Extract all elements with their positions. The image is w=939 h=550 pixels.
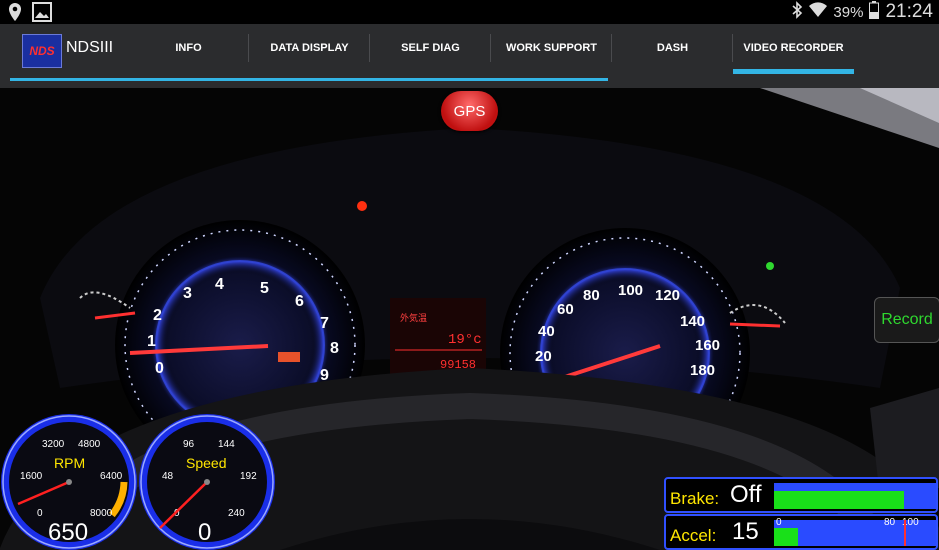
rpm-tick: 4800: [78, 439, 101, 450]
tacho-tick: 6: [295, 293, 304, 310]
tab-data-display[interactable]: DATA DISPLAY: [249, 24, 370, 88]
rpm-label: RPM: [54, 455, 85, 471]
tab-dash[interactable]: DASH: [612, 24, 733, 88]
status-bar: 39% 21:24: [0, 0, 939, 24]
tab-self-diag[interactable]: SELF DIAG: [370, 24, 491, 88]
speedo-tick: 60: [557, 301, 574, 318]
brake-value: Off: [730, 481, 762, 508]
tab-bar: INFO DATA DISPLAY SELF DIAG WORK SUPPORT…: [128, 24, 854, 88]
rpm-tick: 6400: [100, 471, 123, 482]
accel-scale-min: 0: [776, 517, 782, 528]
app-logo[interactable]: NDS: [22, 34, 62, 68]
tacho-tick: 5: [260, 280, 269, 297]
accel-scale-mid: 80: [884, 517, 896, 528]
brake-bar: [774, 483, 936, 509]
accel-panel: Accel: 15 0 80 100: [664, 514, 938, 550]
tacho-tick: 4: [215, 276, 224, 293]
accel-label: Accel:: [670, 526, 717, 545]
record-button[interactable]: Record: [874, 297, 939, 343]
tacho-tick: 8: [330, 340, 339, 357]
speedo-tick: 80: [583, 287, 600, 304]
tacho-tick: 3: [183, 285, 192, 302]
speedo-tick: 120: [655, 287, 680, 304]
tab-label: WORK SUPPORT: [505, 42, 598, 54]
speedo-tick: 140: [680, 313, 705, 330]
app-title: NDSIII: [66, 39, 114, 56]
gps-button[interactable]: GPS: [441, 91, 498, 131]
rpm-tick: 0: [37, 508, 43, 519]
battery-percent: 39%: [833, 3, 864, 21]
speed-tick: 96: [183, 439, 195, 450]
brake-panel: Brake: Off: [664, 477, 938, 513]
rpm-gauge: 3200 4800 1600 6400 0 8000 RPM 650: [1, 414, 137, 550]
tab-work-support[interactable]: WORK SUPPORT: [491, 24, 612, 88]
tab-label: DASH: [656, 42, 689, 54]
speedo-tick: 20: [535, 348, 552, 365]
rpm-value: 650: [48, 519, 88, 546]
accel-marker: [904, 520, 906, 546]
speed-tick: 144: [218, 439, 235, 450]
active-tab-indicator: [733, 69, 854, 74]
outside-temp-label: 外気温: [400, 312, 427, 323]
speed-gauge: 96 144 48 192 0 240 Speed 0: [139, 414, 275, 550]
speedo-tick: 100: [618, 282, 643, 299]
brake-bar-fill: [774, 491, 904, 509]
accel-bar-fill: [774, 528, 799, 546]
tacho-tick: 0: [155, 360, 164, 377]
tacho-tick: 7: [320, 315, 329, 332]
speedo-tick: 180: [690, 362, 715, 379]
tacho-tick: 2: [153, 307, 162, 324]
brake-label: Brake:: [670, 489, 720, 508]
clock: 21:24: [885, 1, 933, 22]
battery-icon: [869, 1, 880, 23]
speedo-tick: 40: [538, 323, 555, 340]
speed-value: 0: [198, 519, 211, 546]
accel-bar: 0 80 100: [774, 517, 936, 546]
tab-label: INFO: [175, 42, 202, 54]
bluetooth-icon: [791, 1, 803, 23]
speed-tick: 192: [240, 471, 257, 482]
rpm-tick: 3200: [42, 439, 65, 450]
tacho-tick: 1: [147, 333, 156, 350]
tab-label: SELF DIAG: [401, 42, 460, 54]
rpm-tick: 1600: [20, 471, 43, 482]
tab-label: VIDEO RECORDER: [743, 42, 844, 54]
action-bar: NDS NDSIII INFO DATA DISPLAY SELF DIAG W…: [0, 24, 939, 88]
wifi-icon: [809, 2, 828, 22]
tab-label: DATA DISPLAY: [270, 42, 349, 54]
speedo-tick: 160: [695, 337, 720, 354]
speed-tick: 240: [228, 508, 245, 519]
speed-tick: 48: [162, 471, 174, 482]
outside-temp: 19°c: [448, 332, 482, 348]
tab-info[interactable]: INFO: [128, 24, 249, 88]
accel-value: 15: [732, 518, 759, 545]
speed-label: Speed: [186, 455, 226, 471]
tab-video-recorder[interactable]: VIDEO RECORDER: [733, 24, 854, 88]
rpm-tick: 8000: [90, 508, 113, 519]
